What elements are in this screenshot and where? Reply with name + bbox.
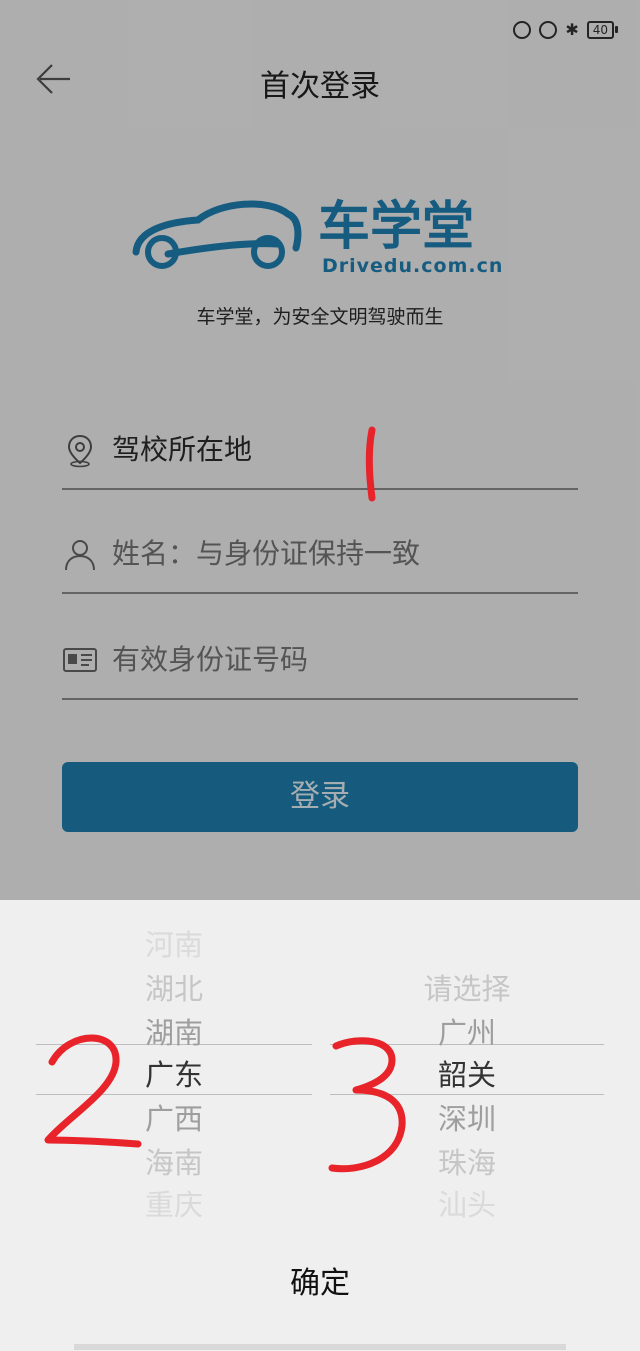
region-picker-sheet: 河南 湖北 湖南 广东 广西 海南 重庆 请选择 广州 韶关 深圳 珠海 汕头 … xyxy=(0,900,640,1351)
picker-option[interactable]: 广西 xyxy=(24,1096,324,1138)
picker-option-selected[interactable]: 韶关 xyxy=(317,1052,617,1094)
confirm-button[interactable]: 确定 xyxy=(0,1258,640,1302)
dim-overlay[interactable] xyxy=(0,0,640,900)
picker-option[interactable]: 湖北 xyxy=(24,966,324,1008)
picker-option[interactable]: 广州 xyxy=(317,1010,617,1052)
picker-option[interactable]: 深圳 xyxy=(317,1096,617,1138)
picker-option[interactable]: 请选择 xyxy=(317,966,617,1008)
picker-option[interactable]: 珠海 xyxy=(317,1140,617,1182)
picker-option[interactable]: 重庆 xyxy=(24,1182,324,1224)
picker-option[interactable]: 河南 xyxy=(24,922,324,964)
picker-option[interactable]: 湖南 xyxy=(24,1010,324,1052)
nav-bar xyxy=(74,1344,566,1350)
app-screen: ✱ 40 首次登录 车学堂 Drivedu.com.cn 车学堂，为安全文明驾驶… xyxy=(0,0,640,1351)
picker-option[interactable]: 汕头 xyxy=(317,1182,617,1224)
picker-option-selected[interactable]: 广东 xyxy=(24,1052,324,1094)
picker-option[interactable]: 海南 xyxy=(24,1140,324,1182)
